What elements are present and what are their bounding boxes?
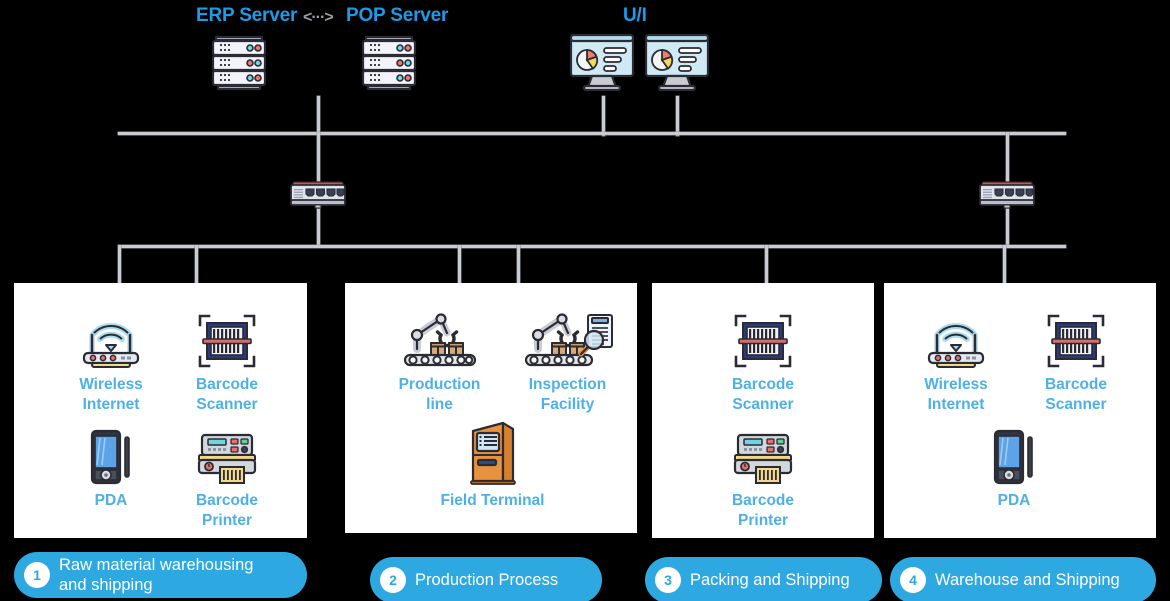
pop-server-title: POP Server <box>346 5 449 26</box>
device-barcode-printer[interactable]: Barcode Printer <box>704 423 822 531</box>
link-lower-bus-to-panel-2b <box>517 245 520 285</box>
device-barcode-scanner[interactable]: Barcode Scanner <box>704 307 822 415</box>
device-barcode-scanner[interactable]: Barcode Scanner <box>1016 307 1136 415</box>
device-label: Barcode Printer <box>195 492 259 529</box>
link-lower-bus-to-panel-3 <box>765 245 768 285</box>
device-label: Production line <box>398 376 481 413</box>
caption-production-process[interactable]: 2 Production Process <box>370 557 602 601</box>
device-barcode-scanner[interactable]: Barcode Scanner <box>168 307 286 415</box>
panel-warehouse-shipping: Wireless Internet Barcode Scanner PDA <box>884 283 1156 538</box>
step-badge: 1 <box>24 562 50 588</box>
device-label: Inspection Facility <box>528 376 607 413</box>
barcode-printer-icon <box>704 423 822 485</box>
device-wireless-internet[interactable]: Wireless Internet <box>52 307 170 415</box>
step-badge: 2 <box>380 567 406 593</box>
device-field-terminal[interactable]: Field Terminal <box>425 421 560 511</box>
link-ui-left-to-bus <box>602 96 605 136</box>
device-label: Wireless Internet <box>924 376 988 413</box>
ui-title: U/I <box>623 5 647 26</box>
device-inspection-facility[interactable]: Inspection Facility <box>500 307 635 415</box>
barcode-scanner-icon <box>168 307 286 369</box>
device-pda[interactable]: PDA <box>954 423 1074 511</box>
device-production-line[interactable]: Production line <box>372 307 507 415</box>
link-lower-bus-to-panel-1b <box>195 245 198 285</box>
network-switch-left-icon <box>288 180 348 210</box>
link-lower-bus-to-panel-4 <box>1003 245 1006 285</box>
upper-network-bus <box>118 132 1066 135</box>
link-lower-bus-to-panel-1a <box>118 245 121 285</box>
panel-production-process: Production line Inspection Facility Fiel… <box>345 283 637 533</box>
barcode-printer-icon <box>168 423 286 485</box>
caption-warehouse-shipping[interactable]: 4 Warehouse and Shipping <box>890 557 1156 601</box>
caption-packing-shipping[interactable]: 3 Packing and Shipping <box>645 557 882 601</box>
erp-server-icon <box>208 32 270 94</box>
link-ui-right-to-bus <box>676 96 679 136</box>
lower-network-bus <box>118 245 1066 248</box>
kiosk-terminal-icon <box>425 421 560 485</box>
robot-arm-icon <box>372 307 507 369</box>
device-label: Wireless Internet <box>79 376 143 413</box>
link-bus-to-switch-left <box>317 132 320 182</box>
caption-raw-material[interactable]: 1 Raw material warehousing and shipping <box>14 552 307 598</box>
ui-monitor-right-icon <box>643 31 711 93</box>
link-switch-left-to-lower-bus <box>317 209 320 247</box>
device-label: Barcode Printer <box>731 492 795 529</box>
caption-label: Packing and Shipping <box>690 570 850 589</box>
wifi-router-icon <box>52 307 170 369</box>
device-label: PDA <box>94 492 128 509</box>
step-badge: 3 <box>655 567 681 593</box>
caption-label: Warehouse and Shipping <box>935 570 1120 589</box>
device-label: Barcode Scanner <box>1044 376 1108 413</box>
caption-label: Raw material warehousing and shipping <box>59 555 254 594</box>
panel-raw-material: Wireless Internet Barcode Scanner PDA Ba… <box>14 283 307 538</box>
device-pda[interactable]: PDA <box>52 423 170 511</box>
device-label: PDA <box>997 492 1031 509</box>
barcode-scanner-icon <box>704 307 822 369</box>
network-switch-right-icon <box>977 180 1037 210</box>
pop-server-icon <box>358 32 420 94</box>
erp-pop-link-arrow-icon: <···> <box>303 9 334 26</box>
device-wireless-internet[interactable]: Wireless Internet <box>896 307 1016 415</box>
device-label: Field Terminal <box>440 492 545 509</box>
erp-server-title: ERP Server <box>196 5 298 26</box>
device-barcode-printer[interactable]: Barcode Printer <box>168 423 286 531</box>
panel-packing-shipping: Barcode Scanner Barcode Printer <box>652 283 874 538</box>
pda-icon <box>954 423 1074 485</box>
link-erp-to-bus <box>317 96 320 136</box>
link-bus-to-switch-right <box>1006 132 1009 182</box>
link-lower-bus-to-panel-2a <box>458 245 461 285</box>
step-badge: 4 <box>900 567 926 593</box>
device-label: Barcode Scanner <box>195 376 259 413</box>
pda-icon <box>52 423 170 485</box>
barcode-scanner-icon <box>1016 307 1136 369</box>
link-switch-right-to-lower-bus <box>1006 209 1009 247</box>
caption-label: Production Process <box>415 570 559 589</box>
robot-arm-inspect-icon <box>500 307 635 369</box>
wifi-router-icon <box>896 307 1016 369</box>
ui-monitor-left-icon <box>568 31 636 93</box>
device-label: Barcode Scanner <box>731 376 795 413</box>
